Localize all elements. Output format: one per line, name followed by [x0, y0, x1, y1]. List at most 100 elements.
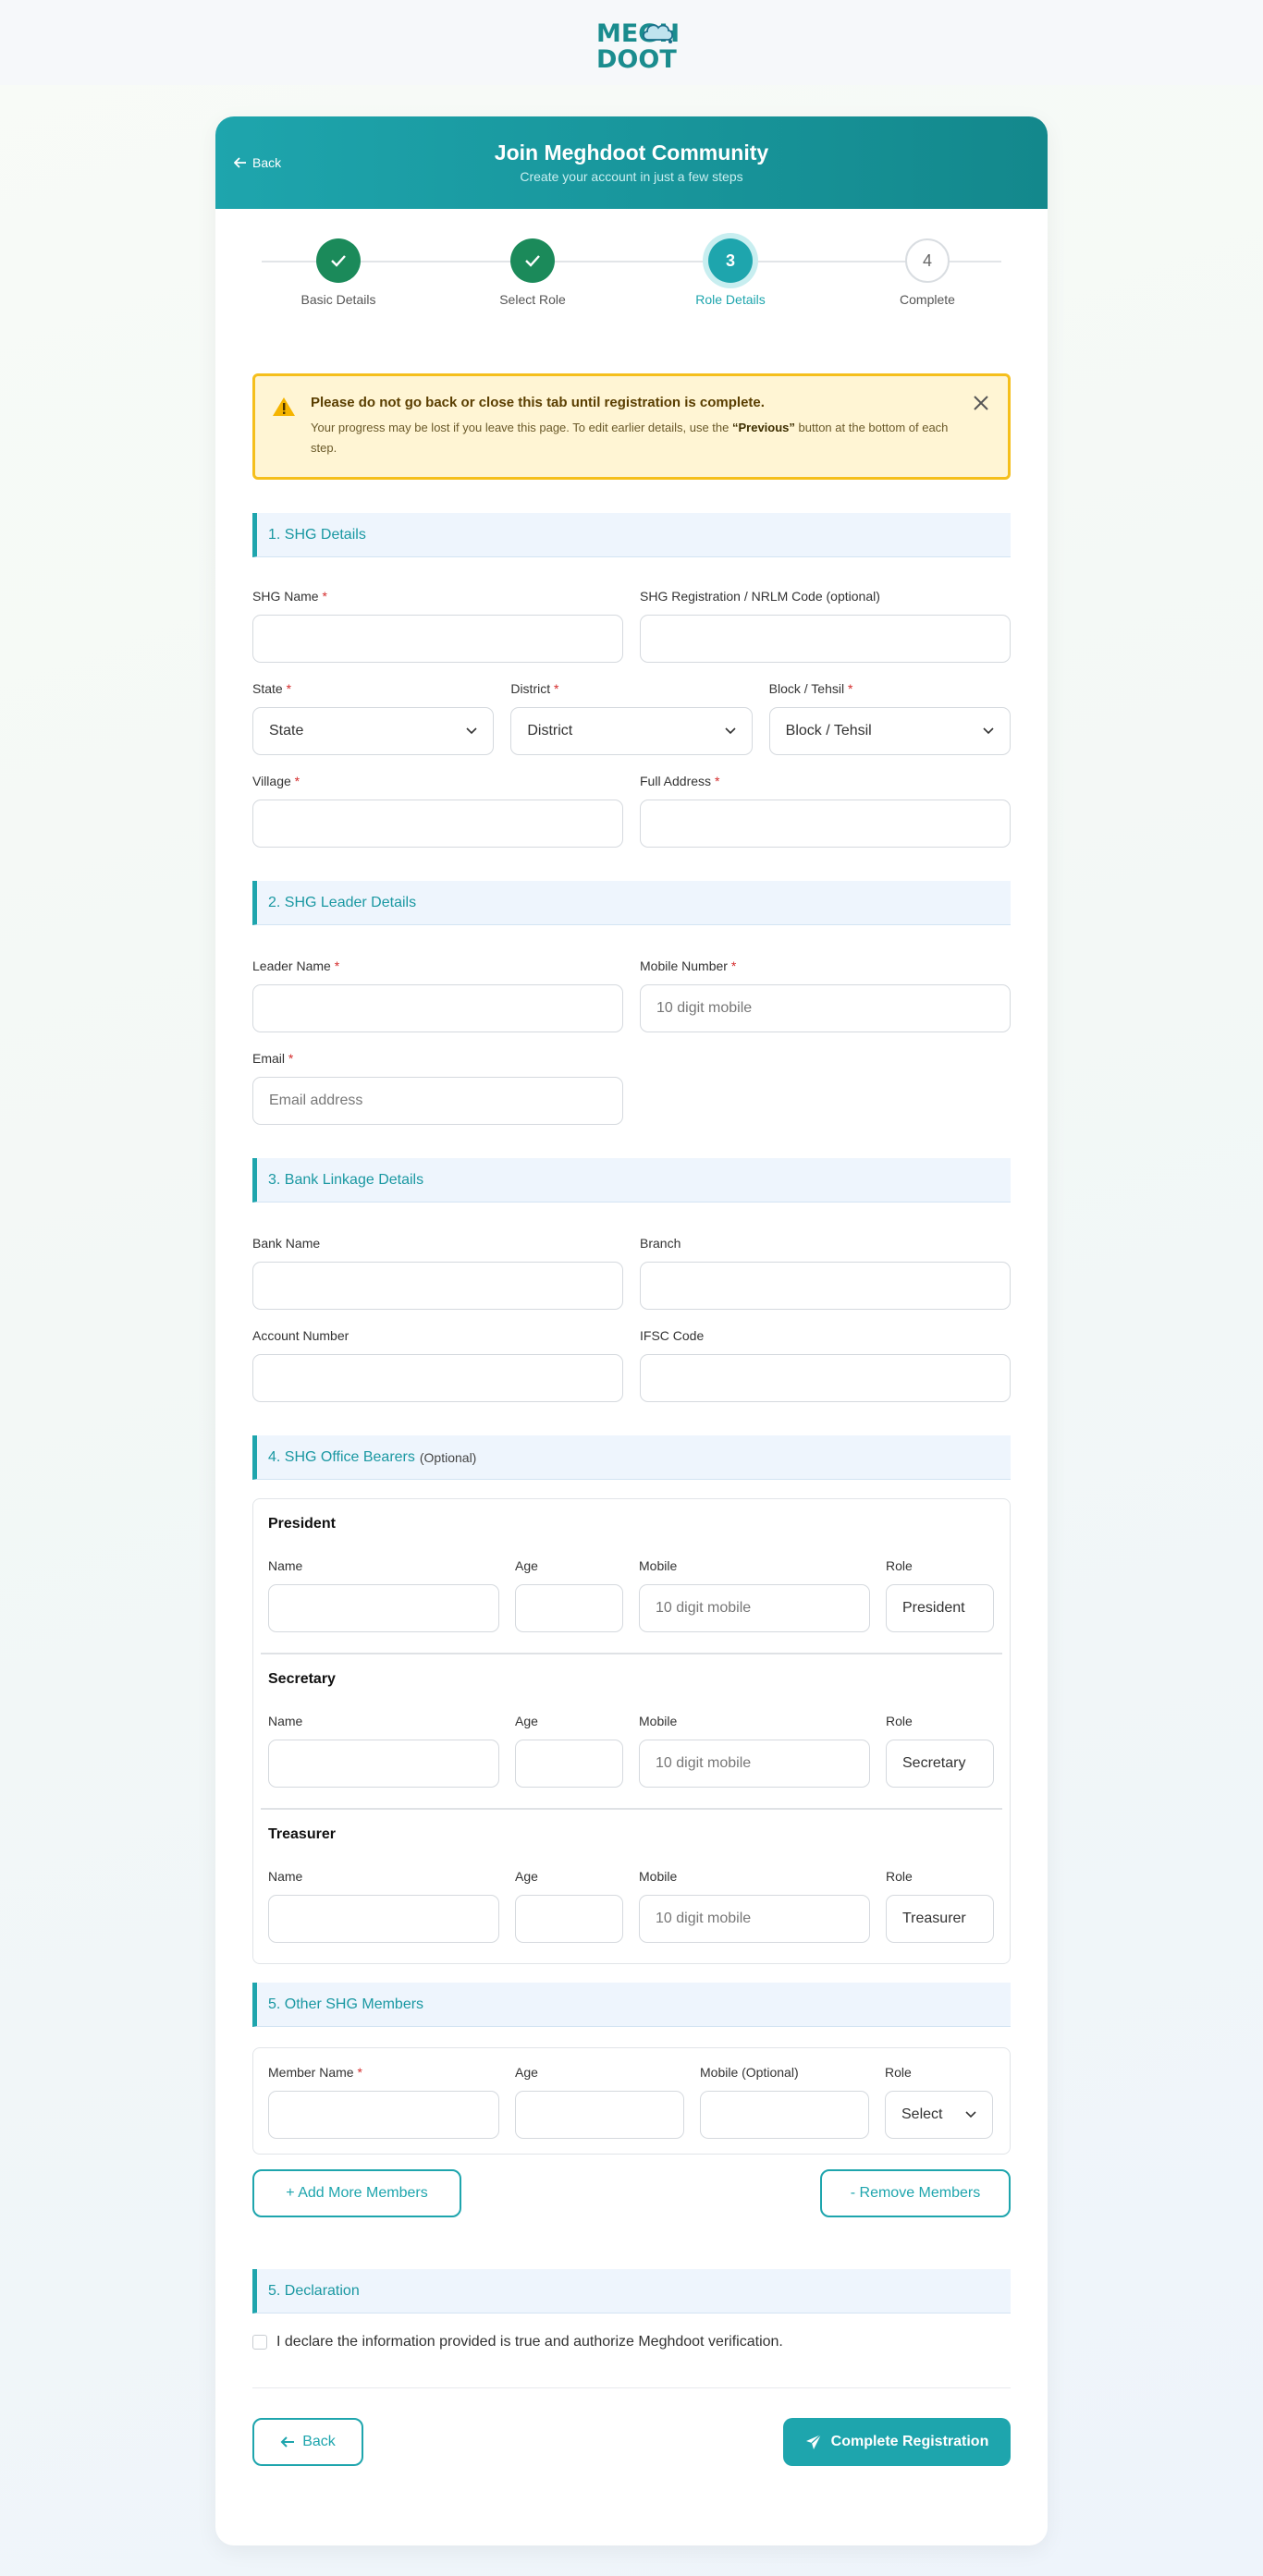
account-number-input[interactable] [252, 1354, 623, 1402]
state-select[interactable]: State [252, 707, 495, 755]
step-label: Complete [900, 292, 955, 307]
block-select[interactable]: Block / Tehsil [768, 707, 1011, 755]
step-complete: 4 Complete [853, 238, 1001, 307]
member-age-label: Age [515, 2065, 538, 2080]
block-label: Block / Tehsil * [768, 681, 853, 696]
step-label: Select Role [499, 292, 566, 307]
registration-card: Back Join Meghdoot Community Create your… [215, 116, 1048, 2545]
treasurer-mobile-input[interactable]: 10 digit mobile [639, 1895, 870, 1943]
step-label: Basic Details [300, 292, 376, 307]
close-icon[interactable] [973, 395, 989, 411]
page-subtitle: Create your account in just a few steps [520, 169, 743, 184]
secretary-name-input[interactable] [268, 1740, 499, 1788]
leader-mobile-label: Mobile Number * [640, 958, 737, 973]
section-declaration: 5. Declaration [252, 2269, 1011, 2314]
bearer-mobile-label: Mobile [639, 1714, 678, 1728]
president-role-input[interactable]: President [886, 1584, 994, 1632]
bearer-mobile-label: Mobile [639, 1869, 678, 1884]
village-label: Village * [252, 774, 300, 788]
treasurer-age-input[interactable] [515, 1895, 623, 1943]
step-done-check-icon [316, 238, 361, 283]
village-input[interactable] [252, 800, 623, 848]
reg-code-input[interactable] [640, 615, 1011, 663]
bearer-treasurer: Treasurer Name Age Mobile 10 digit mobile… [261, 1810, 1002, 1963]
arrow-left-icon [280, 2436, 295, 2448]
treasurer-role-input[interactable]: Treasurer [886, 1895, 994, 1943]
member-role-label: Role [885, 2065, 912, 2080]
section-other-members: 5. Other SHG Members [252, 1983, 1011, 2027]
bank-name-label: Bank Name [252, 1236, 321, 1251]
email-label: Email * [252, 1051, 294, 1066]
email-field[interactable]: Email address [252, 1077, 623, 1125]
bearer-secretary: Secretary Name Age Mobile 10 digit mobile… [261, 1654, 1002, 1810]
remove-members-button[interactable]: - Remove Members [820, 2169, 1011, 2217]
warning-banner: Please do not go back or close this tab … [252, 373, 1011, 480]
section-shg-details: 1. SHG Details [252, 513, 1011, 557]
bearer-age-label: Age [515, 1869, 538, 1884]
members-box: Member Name * Age Mobile (Optional) Role… [252, 2047, 1011, 2155]
secretary-role-input[interactable]: Secretary [886, 1740, 994, 1788]
bearer-name-label: Name [268, 1714, 303, 1728]
bank-name-input[interactable] [252, 1262, 623, 1310]
bearer-mobile-label: Mobile [639, 1558, 678, 1573]
president-age-input[interactable] [515, 1584, 623, 1632]
member-mobile-input[interactable] [700, 2091, 869, 2139]
state-label: State * [252, 681, 292, 696]
member-name-input[interactable] [268, 2091, 499, 2139]
chevron-down-icon [983, 727, 994, 735]
bearer-role-label: Role [886, 1558, 913, 1573]
page-title: Join Meghdoot Community [494, 140, 769, 165]
arrow-left-icon [234, 157, 246, 168]
meghdoot-logo[interactable]: MEGH DOOT [585, 10, 680, 75]
district-label: District * [510, 681, 559, 696]
leader-name-input[interactable] [252, 984, 623, 1032]
shg-name-label: SHG Name * [252, 589, 327, 604]
back-button[interactable]: Back [252, 2418, 363, 2466]
complete-registration-button[interactable]: Complete Registration [783, 2418, 1011, 2466]
top-bar: MEGH DOOT [0, 0, 1263, 85]
secretary-mobile-input[interactable]: 10 digit mobile [639, 1740, 870, 1788]
step-done-check-icon [510, 238, 555, 283]
header-back-button[interactable]: Back [234, 155, 281, 170]
member-role-select[interactable]: Select [885, 2091, 993, 2139]
step-basic-details: Basic Details [264, 238, 412, 307]
section-office-bearers: 4. SHG Office Bearers (Optional) [252, 1435, 1011, 1480]
shg-name-input[interactable] [252, 615, 623, 663]
district-select[interactable]: District [510, 707, 753, 755]
president-mobile-input[interactable]: 10 digit mobile [639, 1584, 870, 1632]
leader-name-label: Leader Name * [252, 958, 340, 973]
add-members-button[interactable]: + Add More Members [252, 2169, 461, 2217]
declaration-checkbox[interactable] [252, 2335, 267, 2350]
ifsc-label: IFSC Code [640, 1328, 705, 1343]
bearer-role-label: Role [886, 1869, 913, 1884]
step-select-role: Select Role [459, 238, 607, 307]
chevron-down-icon [725, 727, 736, 735]
header-back-label: Back [252, 155, 282, 170]
account-number-label: Account Number [252, 1328, 349, 1343]
branch-input[interactable] [640, 1262, 1011, 1310]
secretary-age-input[interactable] [515, 1740, 623, 1788]
reg-code-label: SHG Registration / NRLM Code (optional) [640, 589, 880, 604]
address-input[interactable] [640, 800, 1011, 848]
leader-mobile-input[interactable]: 10 digit mobile [640, 984, 1011, 1032]
declaration-row: I declare the information provided is tr… [252, 2334, 1011, 2350]
warning-body: Your progress may be lost if you leave t… [311, 421, 949, 455]
declaration-text: I declare the information provided is tr… [276, 2334, 783, 2350]
form-content: Please do not go back or close this tab … [215, 373, 1048, 2466]
warning-title: Please do not go back or close this tab … [311, 395, 765, 410]
ifsc-input[interactable] [640, 1354, 1011, 1402]
warning-triangle-icon [273, 397, 295, 416]
president-name-input[interactable] [268, 1584, 499, 1632]
footer-divider [252, 2387, 1011, 2388]
office-bearers-box: President Name Age Mobile 10 digit mobile… [252, 1498, 1011, 1964]
bearer-name-label: Name [268, 1558, 303, 1573]
bearer-heading: Secretary [268, 1671, 336, 1687]
step-number: 4 [905, 238, 950, 283]
member-mobile-label: Mobile (Optional) [700, 2065, 799, 2080]
bearer-name-label: Name [268, 1869, 303, 1884]
chevron-down-icon [965, 2111, 976, 2118]
send-icon [805, 2434, 822, 2449]
branch-label: Branch [640, 1236, 681, 1251]
member-age-input[interactable] [515, 2091, 684, 2139]
treasurer-name-input[interactable] [268, 1895, 499, 1943]
